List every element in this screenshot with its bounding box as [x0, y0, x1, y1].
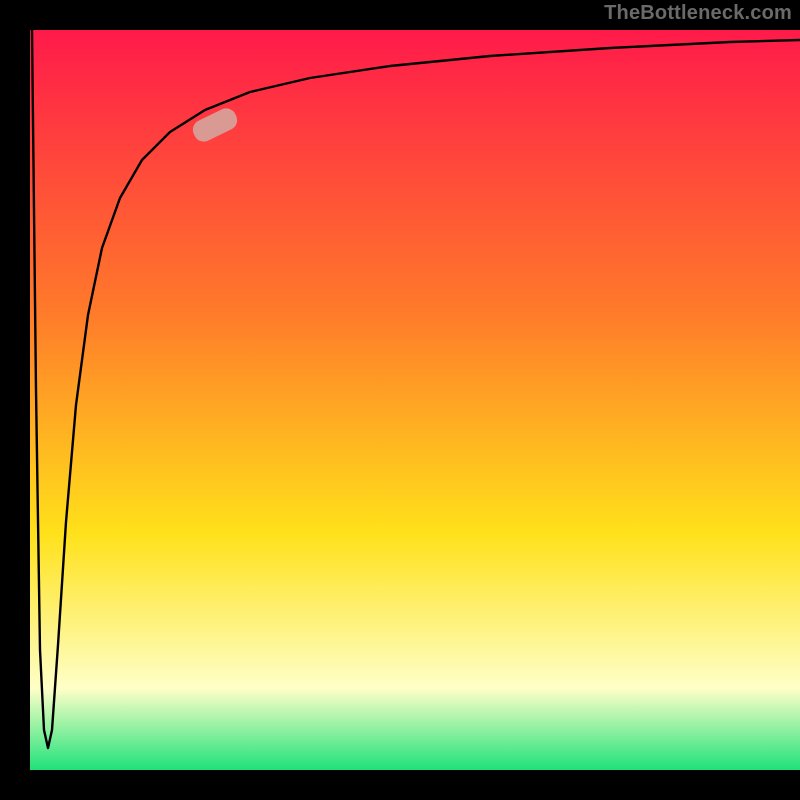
- plot-area: [30, 30, 800, 770]
- curve-line: [30, 30, 800, 770]
- watermark: TheBottleneck.com: [604, 2, 792, 25]
